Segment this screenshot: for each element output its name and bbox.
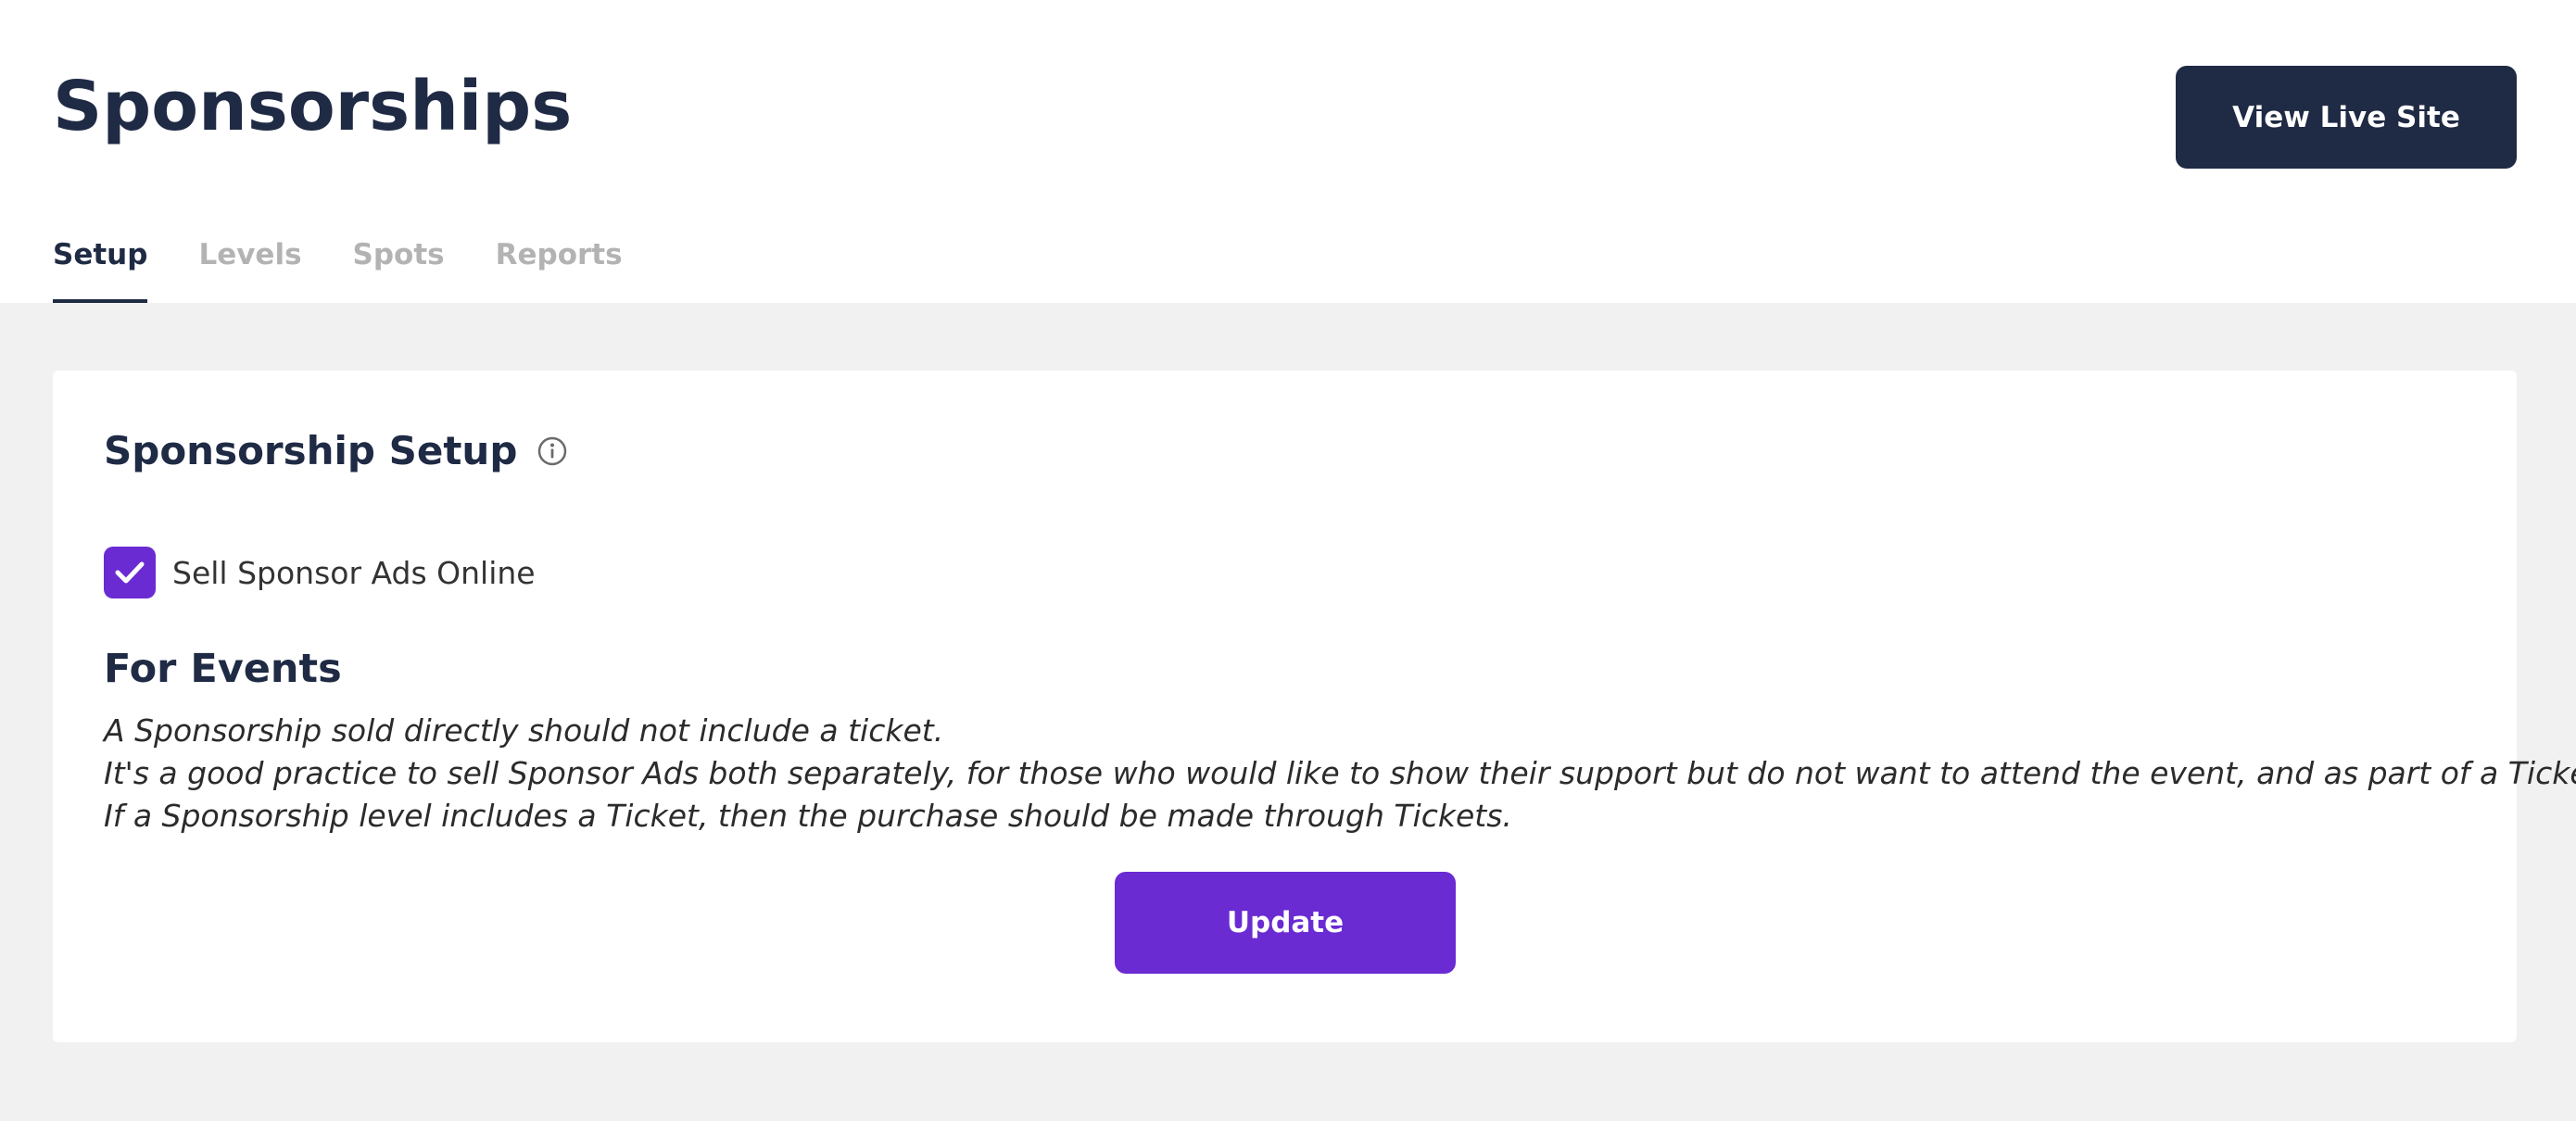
checkmark-icon [115, 561, 145, 584]
sponsorship-setup-card: Sponsorship Setup Sell Sponsor Ads Onlin… [53, 371, 2576, 1042]
sell-sponsor-ads-checkbox-row[interactable]: Sell Sponsor Ads Online [104, 547, 536, 598]
sell-sponsor-ads-label: Sell Sponsor Ads Online [172, 554, 536, 591]
page-header: Sponsorships View Live Site Setup Levels… [0, 0, 2576, 303]
tab-reports[interactable]: Reports [496, 234, 623, 303]
tab-spots[interactable]: Spots [353, 234, 445, 303]
for-events-notes: A Sponsorship sold directly should not i… [104, 710, 2576, 838]
note-line: If a Sponsorship level includes a Ticket… [104, 798, 1512, 834]
tab-setup[interactable]: Setup [53, 234, 148, 303]
view-live-site-button[interactable]: View Live Site [2176, 66, 2517, 169]
for-events-heading: For Events [104, 646, 342, 692]
page-title: Sponsorships [53, 67, 573, 146]
card-title-row: Sponsorship Setup [104, 428, 567, 473]
info-icon[interactable] [537, 436, 567, 466]
card-title: Sponsorship Setup [104, 428, 518, 473]
tab-levels[interactable]: Levels [198, 234, 301, 303]
sell-sponsor-ads-checkbox[interactable] [104, 547, 156, 598]
tab-bar: Setup Levels Spots Reports [53, 234, 623, 303]
update-button[interactable]: Update [1115, 872, 1456, 974]
note-line: A Sponsorship sold directly should not i… [104, 712, 944, 749]
note-line: It's a good practice to sell Sponsor Ads… [104, 755, 2576, 791]
